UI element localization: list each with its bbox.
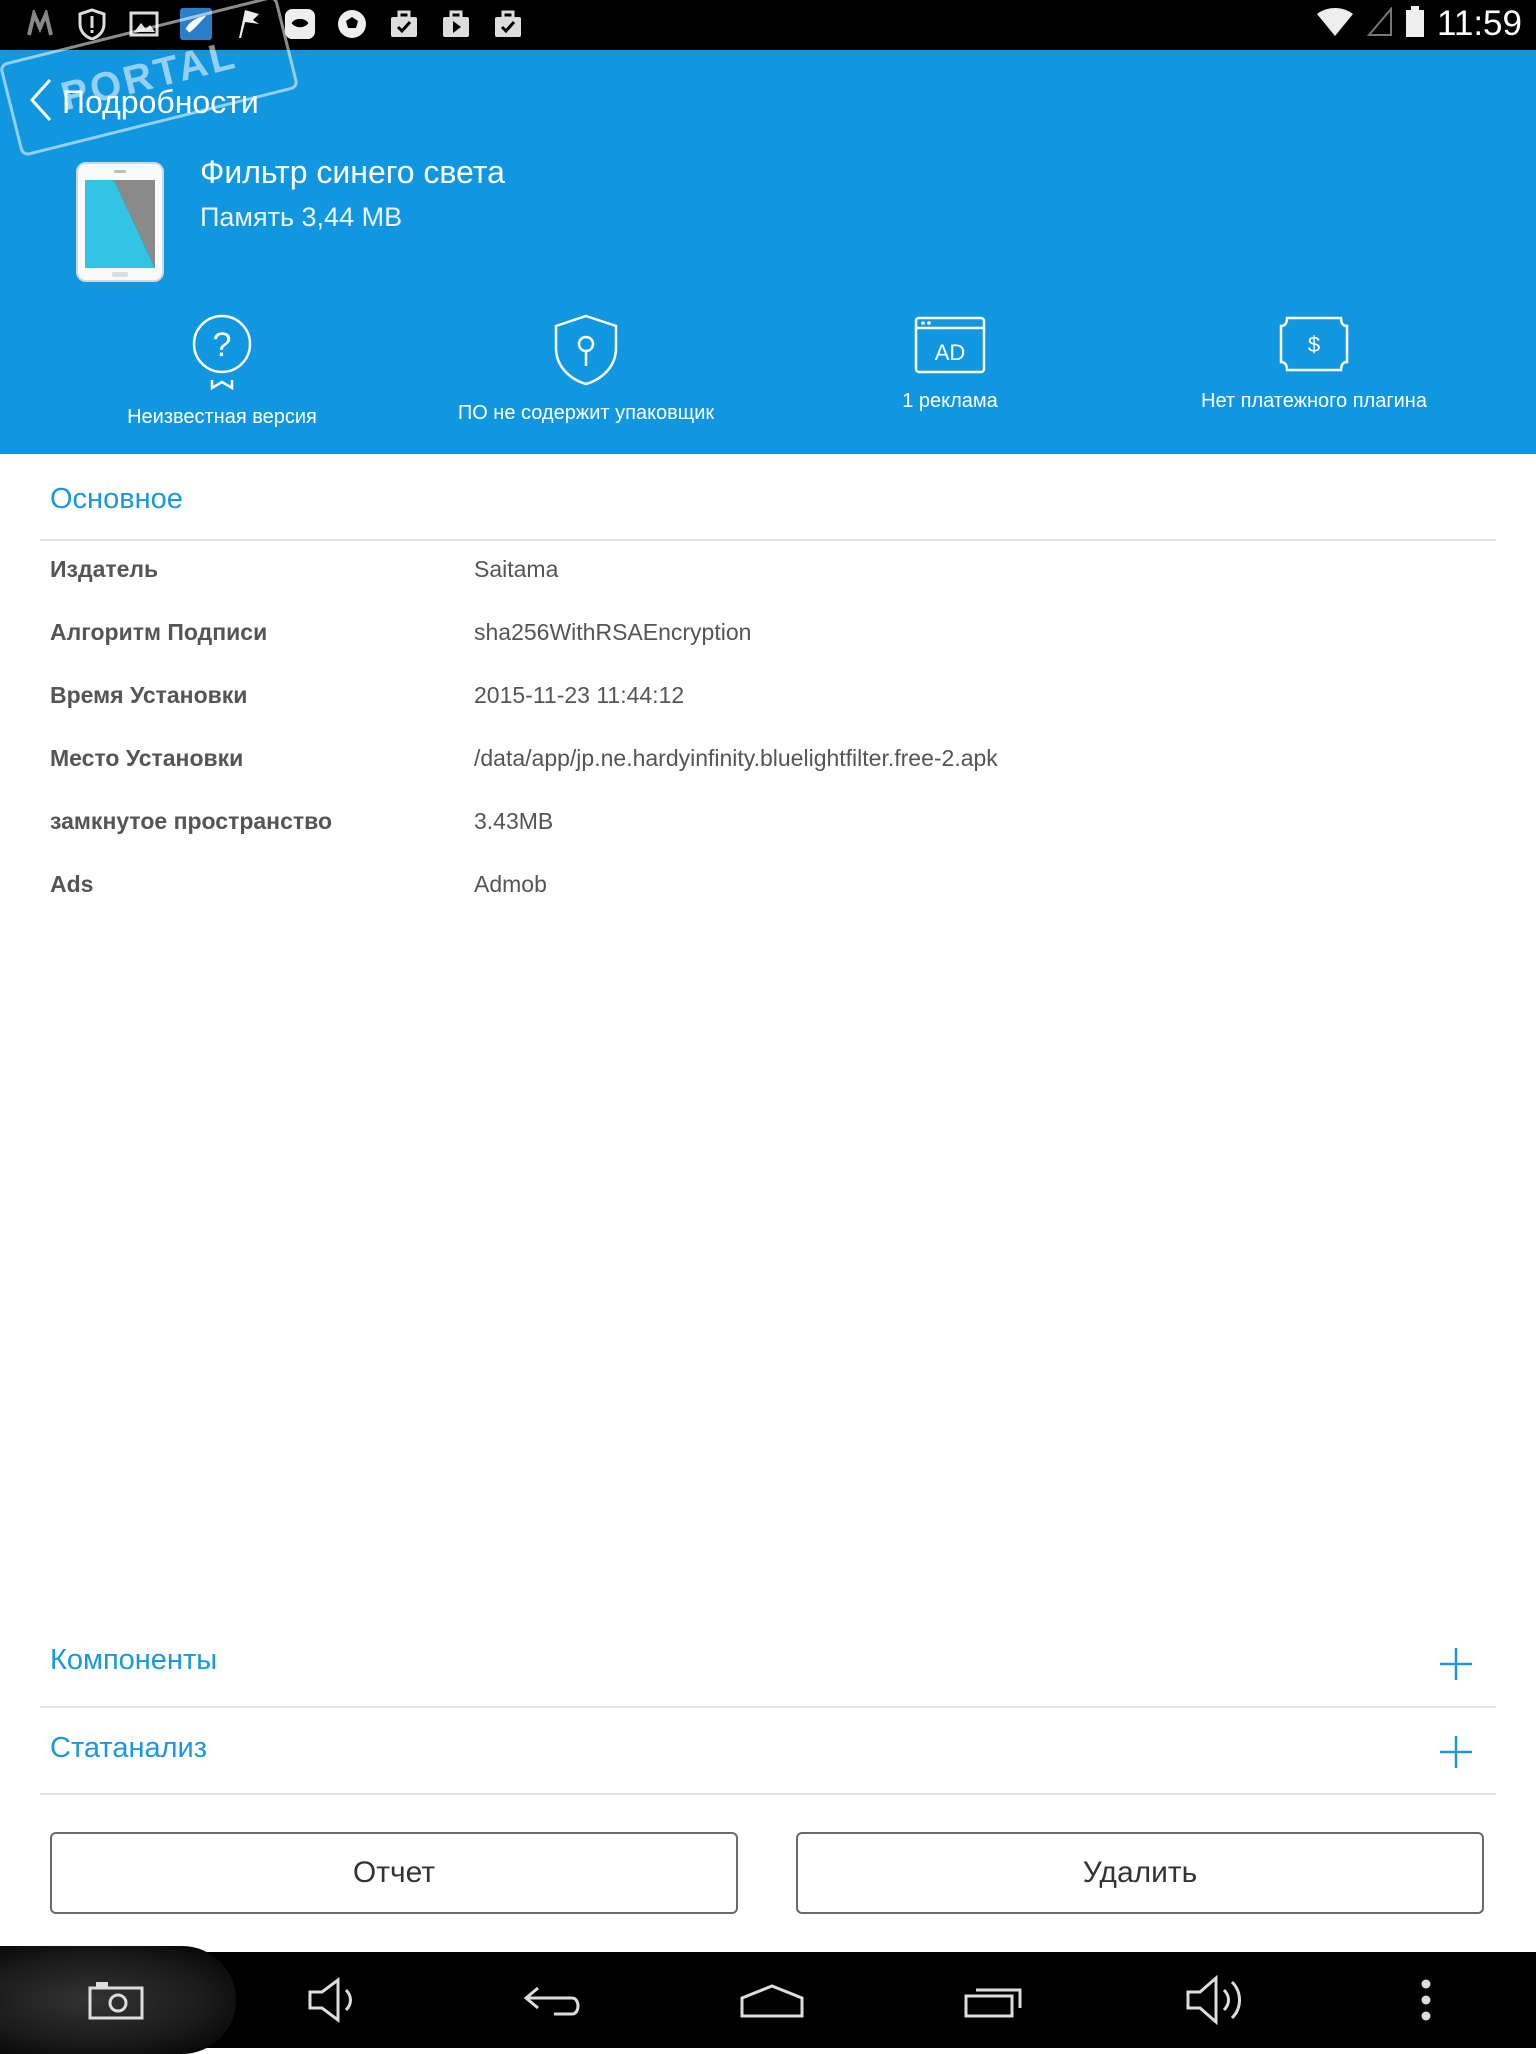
info-value: /data/app/jp.ne.hardyinfinity.bluelightf… — [474, 745, 998, 771]
info-row-install-location: Место Установки /data/app/jp.ne.hardyinf… — [50, 745, 1490, 785]
volume-down-icon — [308, 1977, 352, 2023]
image-icon — [128, 8, 160, 40]
volume-up-button[interactable] — [1176, 1970, 1256, 2030]
dollar-bill-icon: $ — [1279, 316, 1349, 372]
feature-unknown-version[interactable]: ? Неизвестная версия — [40, 314, 404, 429]
more-vert-icon — [1421, 1979, 1431, 2021]
m-icon — [24, 8, 56, 40]
briefcase-play-icon — [440, 8, 472, 40]
info-row-signature: Алгоритм Подписи sha256WithRSAEncryption — [50, 619, 1490, 659]
info-key: Время Установки — [50, 682, 248, 708]
system-status: 11:59 — [1315, 4, 1522, 44]
section-title-components: Компоненты — [50, 1644, 218, 1676]
svg-text:AD: AD — [935, 340, 966, 365]
report-button[interactable]: Отчет — [50, 1832, 738, 1914]
soccer-ball-icon — [336, 8, 368, 40]
volume-up-icon — [1186, 1974, 1241, 2026]
back-nav-button[interactable] — [512, 1970, 592, 2030]
svg-text:$: $ — [1308, 332, 1320, 357]
plus-icon — [1438, 1646, 1474, 1682]
info-value: Admob — [474, 871, 547, 897]
briefcase-check-icon — [492, 8, 524, 40]
info-key: Издатель — [50, 556, 159, 582]
question-badge-icon: ? — [192, 314, 252, 390]
info-value: sha256WithRSAEncryption — [474, 619, 752, 645]
home-nav-button[interactable] — [732, 1970, 812, 2030]
page-title: Подробности — [62, 83, 259, 120]
section-title-basic: Основное — [50, 483, 183, 515]
info-key: Алгоритм Подписи — [50, 619, 268, 645]
clock: 11:59 — [1437, 4, 1522, 43]
overflow-menu-button[interactable] — [1386, 1970, 1466, 2030]
signal-empty-icon — [1366, 5, 1393, 42]
bird-app-icon — [180, 8, 212, 40]
divider — [40, 1706, 1496, 1708]
camera-icon — [88, 1982, 144, 2020]
app-details-header: Подробности Фильтр синего света Память 3… — [0, 50, 1536, 454]
info-value: 2015-11-23 11:44:12 — [474, 682, 685, 708]
divider — [40, 1793, 1496, 1795]
flag-app-icon — [232, 8, 264, 40]
app-memory: Память 3,44 MB — [200, 202, 403, 232]
shield-alert-icon — [76, 8, 108, 40]
info-value: Saitama — [474, 556, 559, 582]
feature-label: 1 реклама — [902, 390, 998, 412]
app-icon — [76, 162, 164, 282]
feature-ads[interactable]: AD 1 реклама — [768, 314, 1132, 413]
feature-label: ПО не содержит упаковщик — [457, 402, 715, 424]
wifi-icon — [1315, 6, 1355, 43]
delete-button[interactable]: Удалить — [796, 1832, 1484, 1914]
back-arrow-icon — [523, 1986, 580, 2016]
info-value: 3.43MB — [474, 808, 554, 834]
info-row-sandbox: замкнутое пространство 3.43MB — [50, 808, 1490, 848]
face-app-icon — [284, 8, 316, 40]
divider — [40, 539, 1496, 541]
info-key: замкнутое пространство — [50, 808, 333, 834]
feature-no-packer[interactable]: ПО не содержит упаковщик — [404, 314, 768, 425]
feature-no-payment[interactable]: $ Нет платежного плагина — [1132, 314, 1496, 413]
chevron-left-icon — [28, 78, 54, 127]
system-navigation-bar — [0, 1946, 1536, 2054]
app-name: Фильтр синего света — [200, 154, 505, 190]
info-row-install-time: Время Установки 2015-11-23 11:44:12 — [50, 682, 1490, 722]
notification-icons — [24, 8, 524, 40]
shield-icon — [554, 314, 618, 386]
svg-text:?: ? — [213, 326, 232, 364]
feature-label: Нет платежного плагина — [1201, 390, 1427, 412]
feature-label: Неизвестная версия — [127, 406, 317, 428]
stats-expander[interactable]: Статанализ — [0, 1712, 1536, 1792]
info-row-ads: Ads Admob — [50, 871, 1490, 911]
info-row-publisher: Издатель Saitama — [50, 556, 1490, 596]
briefcase-check-icon — [388, 8, 420, 40]
recent-apps-icon — [964, 1988, 1022, 2018]
security-features: ? Неизвестная версия ПО не содержит упак… — [0, 314, 1536, 434]
recent-apps-button[interactable] — [954, 1970, 1034, 2030]
plus-icon — [1438, 1734, 1474, 1770]
info-key: Место Установки — [50, 745, 244, 771]
screenshot-button[interactable] — [76, 1970, 156, 2030]
info-key: Ads — [50, 871, 94, 897]
section-title-stats: Статанализ — [50, 1732, 208, 1764]
ad-window-icon: AD — [914, 316, 986, 374]
volume-down-button[interactable] — [294, 1970, 374, 2030]
battery-icon — [1405, 5, 1425, 43]
back-button[interactable]: Подробности — [28, 74, 259, 130]
home-icon — [740, 1984, 804, 2018]
status-bar: 11:59 — [0, 0, 1536, 50]
components-expander[interactable]: Компоненты — [0, 1626, 1536, 1706]
